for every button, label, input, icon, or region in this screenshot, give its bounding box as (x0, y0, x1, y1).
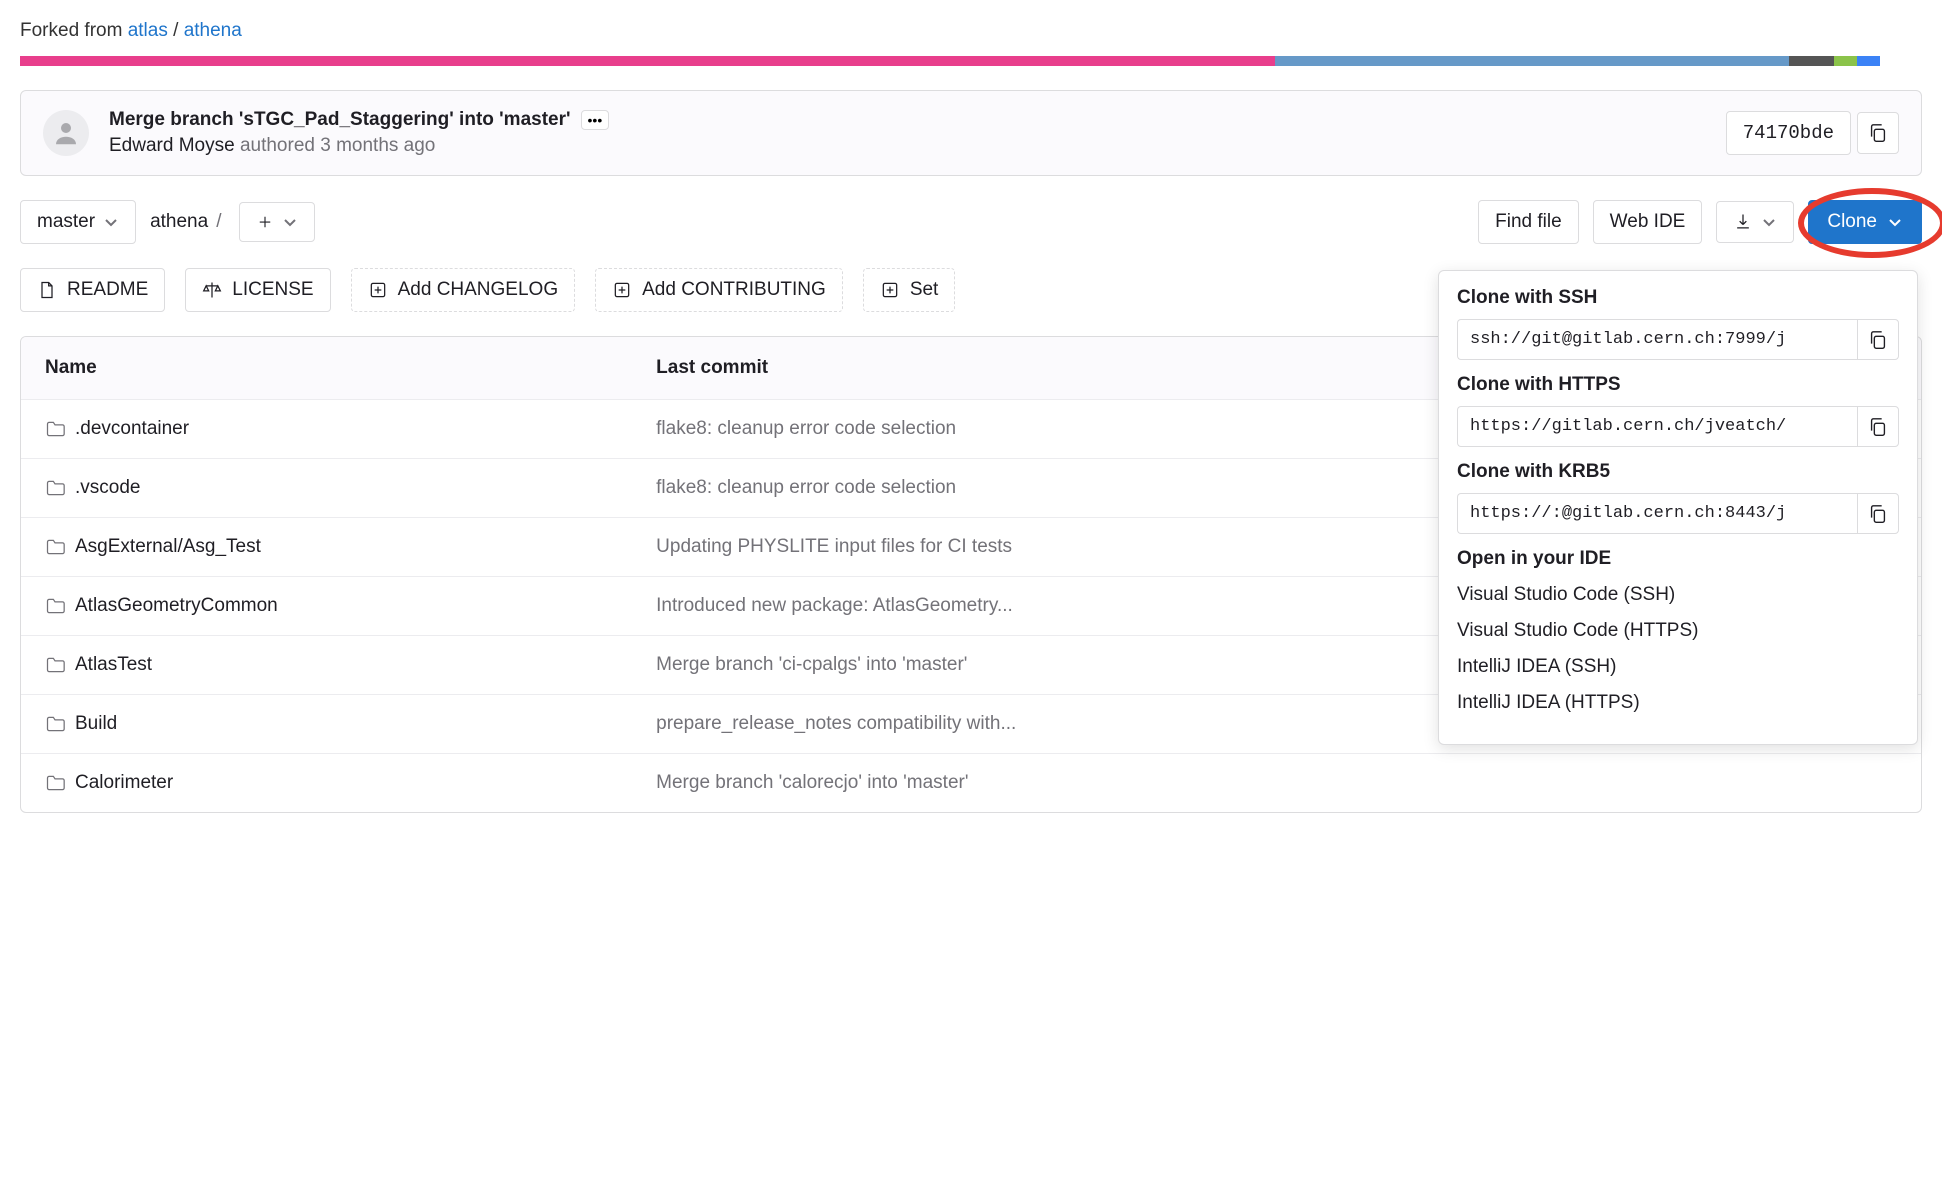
copy-sha-button[interactable] (1857, 112, 1899, 154)
last-commit-card: Merge branch 'sTGC_Pad_Staggering' into … (20, 90, 1922, 176)
breadcrumb: athena / (150, 211, 225, 233)
column-header-name: Name (45, 357, 656, 379)
clone-button[interactable]: Clone (1808, 200, 1922, 244)
folder-icon (45, 596, 65, 616)
chevron-down-icon (282, 214, 298, 230)
file-name: AtlasTest (75, 654, 152, 676)
scales-icon (202, 280, 222, 300)
language-bar (20, 56, 1922, 66)
commit-sha[interactable]: 74170bde (1726, 111, 1851, 155)
toolbar: master athena / Find file Web IDE Clone (20, 200, 1922, 244)
chevron-down-icon (1887, 214, 1903, 230)
clone-krb5-label: Clone with KRB5 (1457, 461, 1899, 483)
add-dropdown-button[interactable] (239, 202, 315, 242)
folder-icon (45, 714, 65, 734)
find-file-button[interactable]: Find file (1478, 200, 1579, 244)
ide-option[interactable]: IntelliJ IDEA (HTTPS) (1457, 692, 1899, 714)
clone-ssh-label: Clone with SSH (1457, 287, 1899, 309)
chevron-down-icon (1761, 214, 1777, 230)
plus-box-icon (880, 280, 900, 300)
add-contributing-chip[interactable]: Add CONTRIBUTING (595, 268, 843, 312)
clone-dropdown: Clone with SSH Clone with HTTPS Clone wi… (1438, 270, 1918, 745)
copy-krb5-button[interactable] (1857, 493, 1899, 534)
breadcrumb-root[interactable]: athena (150, 211, 208, 233)
ide-option[interactable]: Visual Studio Code (SSH) (1457, 584, 1899, 606)
branch-selector[interactable]: master (20, 200, 136, 244)
file-icon (37, 280, 57, 300)
file-name: Build (75, 713, 117, 735)
file-name: AsgExternal/Asg_Test (75, 536, 261, 558)
folder-icon (45, 773, 65, 793)
folder-icon (45, 478, 65, 498)
copy-icon (1867, 416, 1889, 438)
copy-ssh-button[interactable] (1857, 319, 1899, 360)
folder-icon (45, 655, 65, 675)
copy-icon (1867, 122, 1889, 144)
copy-icon (1867, 329, 1889, 351)
chevron-down-icon (103, 214, 119, 230)
avatar (43, 110, 89, 156)
plus-box-icon (368, 280, 388, 300)
copy-https-button[interactable] (1857, 406, 1899, 447)
commit-more-button[interactable]: ••• (581, 110, 610, 130)
clone-https-label: Clone with HTTPS (1457, 374, 1899, 396)
readme-chip[interactable]: README (20, 268, 165, 312)
folder-icon (45, 419, 65, 439)
set-chip-partial[interactable]: Set (863, 268, 956, 312)
open-ide-label: Open in your IDE (1457, 548, 1899, 570)
forked-from-group-link[interactable]: atlas (128, 20, 168, 41)
file-name: .vscode (75, 477, 140, 499)
forked-from-text: Forked from atlas / athena (20, 20, 1922, 42)
download-dropdown-button[interactable] (1716, 201, 1794, 243)
clone-ssh-input[interactable] (1457, 319, 1857, 360)
folder-icon (45, 537, 65, 557)
copy-icon (1867, 503, 1889, 525)
plus-box-icon (612, 280, 632, 300)
file-name: Calorimeter (75, 772, 173, 794)
file-name: AtlasGeometryCommon (75, 595, 278, 617)
last-commit-message: Merge branch 'calorecjo' into 'master' (656, 772, 1897, 794)
ide-options-list: Visual Studio Code (SSH) Visual Studio C… (1457, 580, 1899, 714)
commit-author-line: Edward Moyse authored 3 months ago (109, 135, 1706, 157)
license-chip[interactable]: LICENSE (185, 268, 330, 312)
commit-title: Merge branch 'sTGC_Pad_Staggering' into … (109, 109, 1706, 131)
forked-from-project-link[interactable]: athena (184, 20, 242, 41)
download-icon (1733, 212, 1753, 232)
clone-https-input[interactable] (1457, 406, 1857, 447)
clone-krb5-input[interactable] (1457, 493, 1857, 534)
add-changelog-chip[interactable]: Add CHANGELOG (351, 268, 576, 312)
ide-option[interactable]: Visual Studio Code (HTTPS) (1457, 620, 1899, 642)
plus-icon (256, 213, 274, 231)
web-ide-button[interactable]: Web IDE (1593, 200, 1703, 244)
ide-option[interactable]: IntelliJ IDEA (SSH) (1457, 656, 1899, 678)
table-row[interactable]: Calorimeter Merge branch 'calorecjo' into… (21, 754, 1921, 812)
file-name: .devcontainer (75, 418, 189, 440)
